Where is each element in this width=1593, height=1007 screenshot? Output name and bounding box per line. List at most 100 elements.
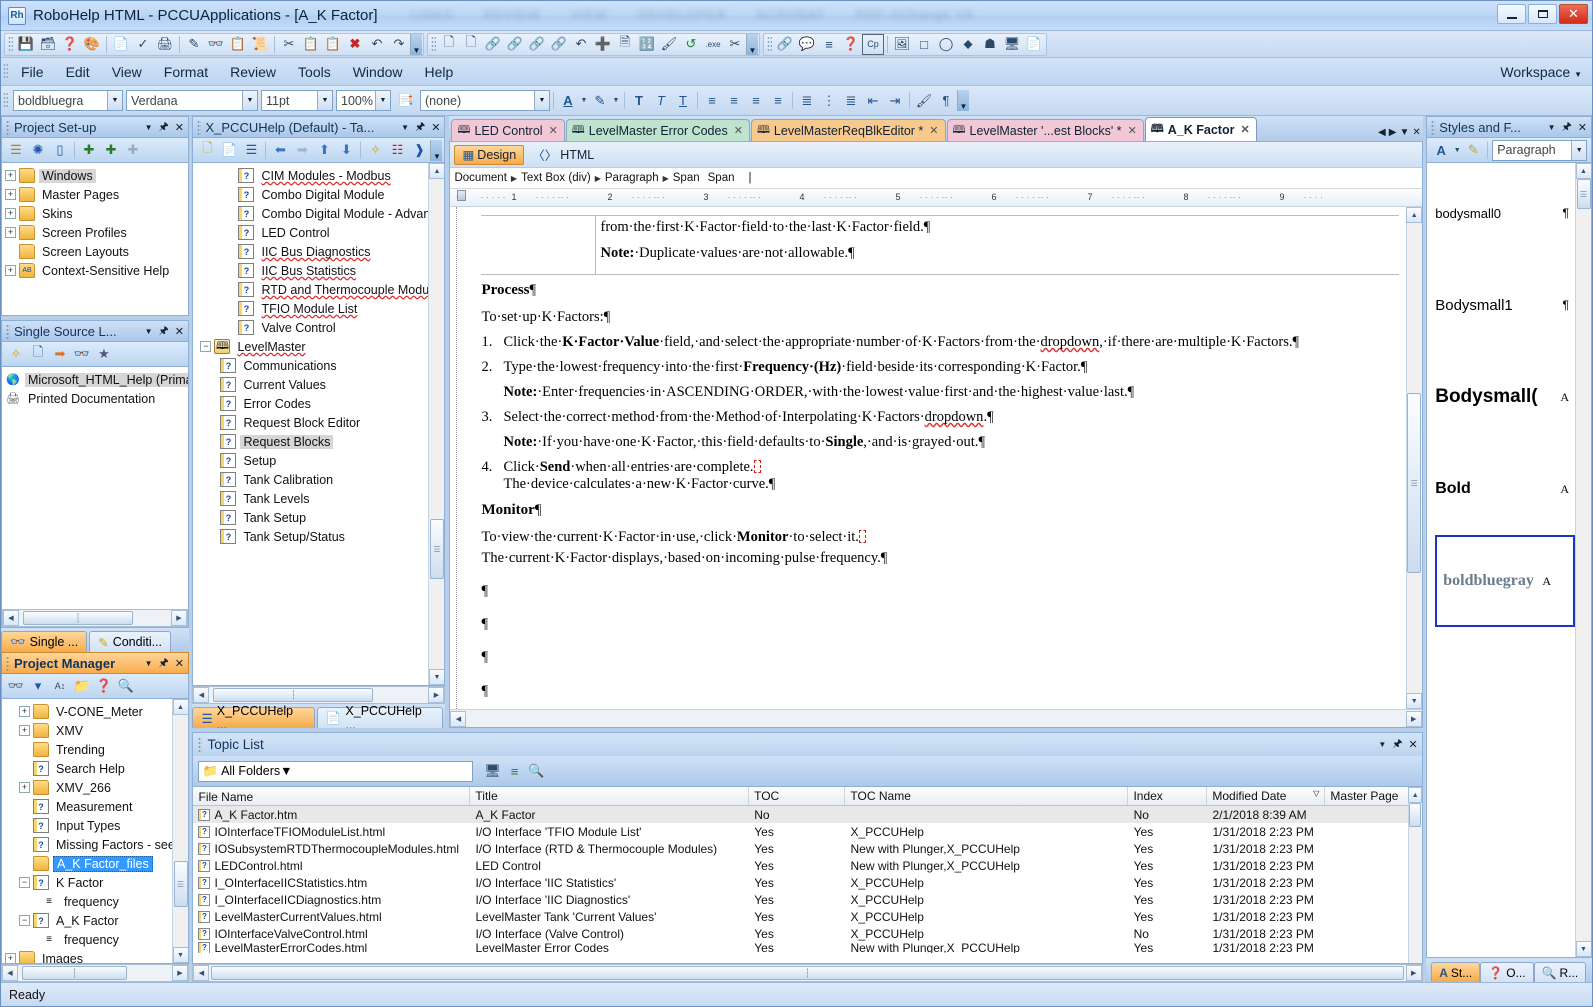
- close-icon[interactable]: ✕: [549, 124, 558, 137]
- menu-view[interactable]: View: [101, 61, 153, 83]
- tree-item[interactable]: ? Combo Digital Module - Advance: [196, 204, 444, 223]
- link-icon[interactable]: 🔗: [482, 34, 504, 55]
- new-page-icon[interactable]: 📄: [218, 140, 240, 161]
- vscroll-thumb[interactable]: ☰: [173, 861, 188, 907]
- table-row[interactable]: ? I_OInterfaceIICDiagnostics.htm I/O Inte…: [193, 891, 1421, 908]
- tree-item[interactable]: ? TFIO Module List: [196, 299, 426, 318]
- menu-tools[interactable]: Tools: [287, 61, 342, 83]
- move-left-icon[interactable]: ⬅: [269, 140, 291, 161]
- hscroll-thumb[interactable]: ┆: [213, 688, 374, 702]
- captivate-icon[interactable]: Cp: [862, 33, 884, 55]
- pencil-icon[interactable]: ✎: [183, 34, 205, 55]
- chevron-down-icon[interactable]: ▼: [534, 91, 549, 110]
- scroll-up-button[interactable]: ▲: [172, 699, 188, 715]
- drop-text-icon[interactable]: ≡: [818, 34, 840, 55]
- tree-item[interactable]: ? Combo Digital Module: [196, 185, 426, 204]
- scroll-down-button[interactable]: ▼: [172, 947, 188, 963]
- chevron-down-icon[interactable]: ▼: [375, 91, 390, 110]
- generate-icon[interactable]: ➡: [49, 344, 71, 365]
- tree-item[interactable]: ? Tank Setup: [196, 508, 426, 527]
- font-combo[interactable]: Verdana ▼: [126, 90, 258, 111]
- panel-grip[interactable]: [6, 655, 10, 671]
- document-hscrollbar[interactable]: ◀ ▶: [450, 709, 1422, 727]
- copy-layout-icon[interactable]: 🗋: [27, 344, 49, 365]
- tree-item[interactable]: Screen Layouts: [5, 242, 188, 261]
- tree-item[interactable]: ? RTD and Thermocouple Module: [196, 280, 439, 299]
- project-manager-hscrollbar[interactable]: ◀ ┆ ▶: [1, 964, 189, 982]
- vscroll-thumb[interactable]: ☰: [429, 519, 444, 579]
- panel-grip[interactable]: [6, 119, 10, 135]
- toolbar-grip[interactable]: [3, 92, 8, 109]
- tab-results[interactable]: 🔍 R...: [1533, 962, 1587, 982]
- toolbar-overflow-button[interactable]: ▼: [746, 33, 758, 55]
- tree-item[interactable]: ? Request Block Editor: [196, 413, 426, 432]
- breadcrumb-textbox[interactable]: Text Box (div): [521, 172, 591, 184]
- image-icon[interactable]: 🖼: [891, 34, 913, 55]
- sort-icon[interactable]: 🔢: [636, 34, 658, 55]
- tab-toc[interactable]: ☰ X_PCCUHelp ...: [192, 704, 315, 732]
- print-icon[interactable]: 🖨: [154, 34, 176, 55]
- tree-item[interactable]: + Screen Profiles: [5, 223, 188, 242]
- tree-item[interactable]: ? CIM Modules - Modbus: [196, 166, 426, 185]
- tab-list-icon[interactable]: ▼: [1399, 127, 1409, 138]
- expand-icon[interactable]: +: [5, 170, 16, 181]
- toc-vscrollbar[interactable]: ▲ ☰ ▼: [428, 163, 445, 685]
- new-folder-icon[interactable]: 📁: [71, 676, 93, 697]
- undo-link-icon[interactable]: ↶: [570, 34, 592, 55]
- link-remove-icon[interactable]: 🔗: [548, 34, 570, 55]
- pin-icon[interactable]: 🖈: [159, 322, 169, 341]
- document-vscrollbar[interactable]: ▲ ☰ ▼: [1405, 207, 1423, 709]
- chevron-down-icon[interactable]: ▼: [145, 659, 153, 668]
- chevron-down-icon[interactable]: ▼: [611, 90, 621, 111]
- style-item-bold[interactable]: Bold A: [1435, 443, 1591, 535]
- copy-layers-icon[interactable]: 📋: [227, 34, 249, 55]
- tree-item[interactable]: ? Tank Calibration: [196, 470, 426, 489]
- style-item-bodysmall1[interactable]: Bodysmall1 ¶: [1435, 259, 1591, 351]
- properties-icon[interactable]: ☰: [5, 140, 27, 161]
- chevron-down-icon[interactable]: ▼: [1452, 140, 1462, 161]
- tree-item[interactable]: ? Error Codes: [196, 394, 426, 413]
- close-icon[interactable]: ✕: [175, 121, 184, 134]
- redo-icon[interactable]: ↷: [388, 34, 410, 55]
- hscroll-thumb[interactable]: ┆: [22, 966, 127, 980]
- menu-format[interactable]: Format: [153, 61, 219, 83]
- font-size-combo[interactable]: 11pt ▼: [261, 90, 333, 111]
- scroll-right-button[interactable]: ▶: [1405, 710, 1422, 727]
- bold-icon[interactable]: T: [628, 90, 650, 111]
- multi-topic-icon[interactable]: 🗎: [614, 34, 636, 55]
- scroll-left-button[interactable]: ◀: [450, 710, 467, 727]
- column-header-toc-name[interactable]: TOC Name: [845, 787, 1129, 805]
- chevron-down-icon[interactable]: ▼: [401, 123, 409, 132]
- toolbar-overflow-button[interactable]: ▼: [410, 33, 422, 55]
- new-topic-icon[interactable]: 🗋: [438, 34, 460, 55]
- scroll-right-button[interactable]: ▶: [171, 610, 187, 626]
- decrease-indent-icon[interactable]: ⇤: [862, 90, 884, 111]
- column-header-file-name[interactable]: File Name: [193, 787, 471, 805]
- tree-item[interactable]: − 🕮 LevelMaster: [196, 337, 426, 356]
- single-source-hscrollbar[interactable]: ◀ ┆ ▶: [2, 609, 188, 627]
- align-left-icon[interactable]: ≡: [701, 90, 723, 111]
- horizontal-ruler[interactable]: 0 1 2 3 4 5 6 7 8 9 · · · · · ·: [450, 189, 1422, 207]
- minimize-button[interactable]: [1497, 4, 1526, 24]
- expand-icon[interactable]: +: [5, 265, 16, 276]
- menu-window[interactable]: Window: [342, 61, 414, 83]
- align-center-icon[interactable]: ≡: [723, 90, 745, 111]
- refresh-icon[interactable]: ↺: [680, 34, 702, 55]
- link-add-icon[interactable]: 🔗: [526, 34, 548, 55]
- expand-icon[interactable]: +: [5, 953, 16, 963]
- scroll-left-button[interactable]: ◀: [2, 965, 18, 981]
- tree-item[interactable]: + XMV_266: [5, 778, 170, 797]
- column-header-title[interactable]: Title: [470, 787, 750, 805]
- tab-design[interactable]: ▦ Design: [454, 144, 525, 165]
- hscroll-thumb[interactable]: ┆: [211, 966, 1404, 980]
- link-check-icon[interactable]: 🔗: [504, 34, 526, 55]
- help-icon[interactable]: ❓: [840, 34, 862, 55]
- save-icon[interactable]: 💾: [15, 34, 37, 55]
- tree-item[interactable]: ? Current Values: [196, 375, 426, 394]
- new-window-icon[interactable]: ✚: [78, 140, 100, 161]
- tree-item[interactable]: ≡ frequency: [5, 930, 170, 949]
- tree-item[interactable]: ? Valve Control: [196, 318, 426, 337]
- tab-html[interactable]: 〈〉 HTML: [524, 145, 602, 165]
- chevron-down-icon[interactable]: ▼: [107, 91, 122, 110]
- style-item-bodysmall2[interactable]: Bodysmall( A: [1435, 351, 1591, 443]
